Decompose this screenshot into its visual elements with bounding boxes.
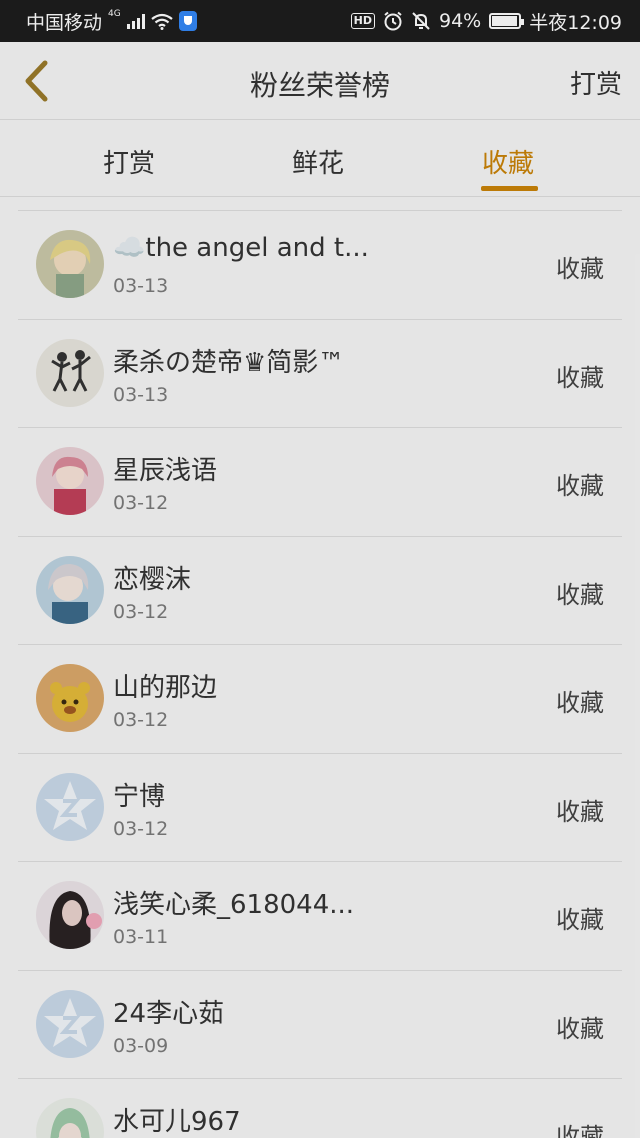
dark-hair-girl-avatar-icon — [36, 881, 104, 949]
fan-action-label: 收藏 — [556, 906, 604, 934]
avatar[interactable] — [36, 555, 104, 624]
default-star-avatar-icon — [36, 989, 104, 1058]
network-type-label: 4G — [108, 9, 121, 19]
fan-date: 03-12 — [113, 492, 169, 514]
tab-bar: 打赏 鲜花 收藏 — [0, 121, 640, 197]
fan-name: 浅笑心柔_618044... — [113, 890, 355, 920]
avatar[interactable] — [36, 989, 104, 1058]
tab-reward[interactable]: 打赏 — [103, 143, 155, 180]
fan-date: 03-13 — [113, 383, 169, 406]
fan-name: ☁️the angel and t... — [113, 233, 369, 263]
list-item[interactable]: 恋樱沫 03-12 收藏 — [18, 535, 622, 644]
fan-name: 山的那边 — [113, 673, 218, 703]
hd-icon: HD — [350, 13, 375, 29]
fan-date: 03-12 — [113, 817, 169, 840]
fan-action-label: 收藏 — [556, 472, 604, 500]
fan-action-label: 收藏 — [556, 689, 604, 717]
list-item[interactable]: 水可儿967 收藏 — [18, 1078, 622, 1138]
signal-icon — [126, 13, 145, 29]
fan-action-label: 收藏 — [556, 363, 604, 392]
green-hair-avatar-icon — [36, 1098, 104, 1138]
reward-button[interactable]: 打赏 — [570, 64, 622, 101]
fan-date: 03-12 — [113, 709, 169, 731]
avatar[interactable] — [36, 1098, 104, 1138]
anime-girl-pink-avatar-icon — [36, 447, 104, 515]
app-header: 粉丝荣誉榜 打赏 — [0, 42, 640, 120]
fan-name: 星辰浅语 — [113, 456, 218, 486]
list-item[interactable]: 山的那边 03-12 收藏 — [18, 644, 622, 753]
fan-date: 03-13 — [113, 275, 169, 297]
fan-action-label: 收藏 — [556, 1123, 604, 1138]
couple-silhouette-avatar-icon — [36, 338, 104, 407]
fan-date: 03-11 — [113, 926, 169, 948]
anime-girl-blue-avatar-icon — [36, 555, 104, 624]
security-shield-icon — [178, 11, 197, 31]
avatar[interactable] — [36, 338, 104, 407]
fan-name: 24李心茹 — [113, 998, 225, 1029]
fan-action-label: 收藏 — [556, 1014, 604, 1043]
fan-name: 柔杀の楚帝♛简影™ — [113, 347, 345, 378]
screen: 中国移动 4G HD 94% 半夜12:09 粉丝荣誉榜 打赏 打赏 鲜花 收藏… — [0, 0, 640, 1138]
avatar[interactable] — [36, 881, 104, 949]
alarm-icon — [384, 11, 402, 31]
list-item[interactable]: 宁博 03-12 收藏 — [18, 752, 622, 861]
carrier-label: 中国移动 — [26, 11, 103, 34]
avatar[interactable] — [36, 772, 104, 841]
fan-date: 03-09 — [113, 1034, 169, 1057]
avatar[interactable] — [36, 664, 104, 732]
battery-percent: 94% — [439, 10, 482, 32]
clock: 半夜12:09 — [529, 11, 622, 34]
active-tab-indicator — [481, 186, 538, 191]
fan-action-label: 收藏 — [556, 580, 604, 609]
fan-name: 宁博 — [113, 781, 166, 812]
list-item[interactable]: ☁️the angel and t... 03-13 收藏 — [18, 210, 622, 319]
fan-name: 水可儿967 — [113, 1107, 241, 1137]
status-bar: 中国移动 4G HD 94% 半夜12:09 — [0, 0, 640, 42]
avatar[interactable] — [36, 230, 104, 298]
fan-action-label: 收藏 — [556, 255, 604, 283]
default-star-avatar-icon — [36, 772, 104, 841]
mute-bell-icon — [412, 12, 430, 30]
fan-date: 03-12 — [113, 600, 169, 623]
anime-girl-avatar-icon — [36, 230, 104, 298]
avatar[interactable] — [36, 447, 104, 515]
list-item[interactable]: 星辰浅语 03-12 收藏 — [18, 427, 622, 536]
fan-name: 恋樱沫 — [113, 564, 192, 595]
wifi-icon — [151, 13, 173, 30]
battery-icon — [489, 13, 525, 29]
cartoon-bear-avatar-icon — [36, 664, 104, 732]
tab-collect[interactable]: 收藏 — [482, 143, 534, 180]
fan-action-label: 收藏 — [556, 797, 604, 826]
list-item[interactable]: 柔杀の楚帝♛简影™ 03-13 收藏 — [18, 318, 622, 427]
tab-flowers[interactable]: 鲜花 — [292, 143, 344, 180]
list-item[interactable]: 24李心茹 03-09 收藏 — [18, 969, 622, 1078]
fan-list: ☁️the angel and t... 03-13 收藏 柔杀の楚帝♛简影™ … — [0, 210, 640, 1138]
page-title: 粉丝荣誉榜 — [249, 69, 390, 102]
list-item[interactable]: 浅笑心柔_618044... 03-11 收藏 — [18, 861, 622, 970]
